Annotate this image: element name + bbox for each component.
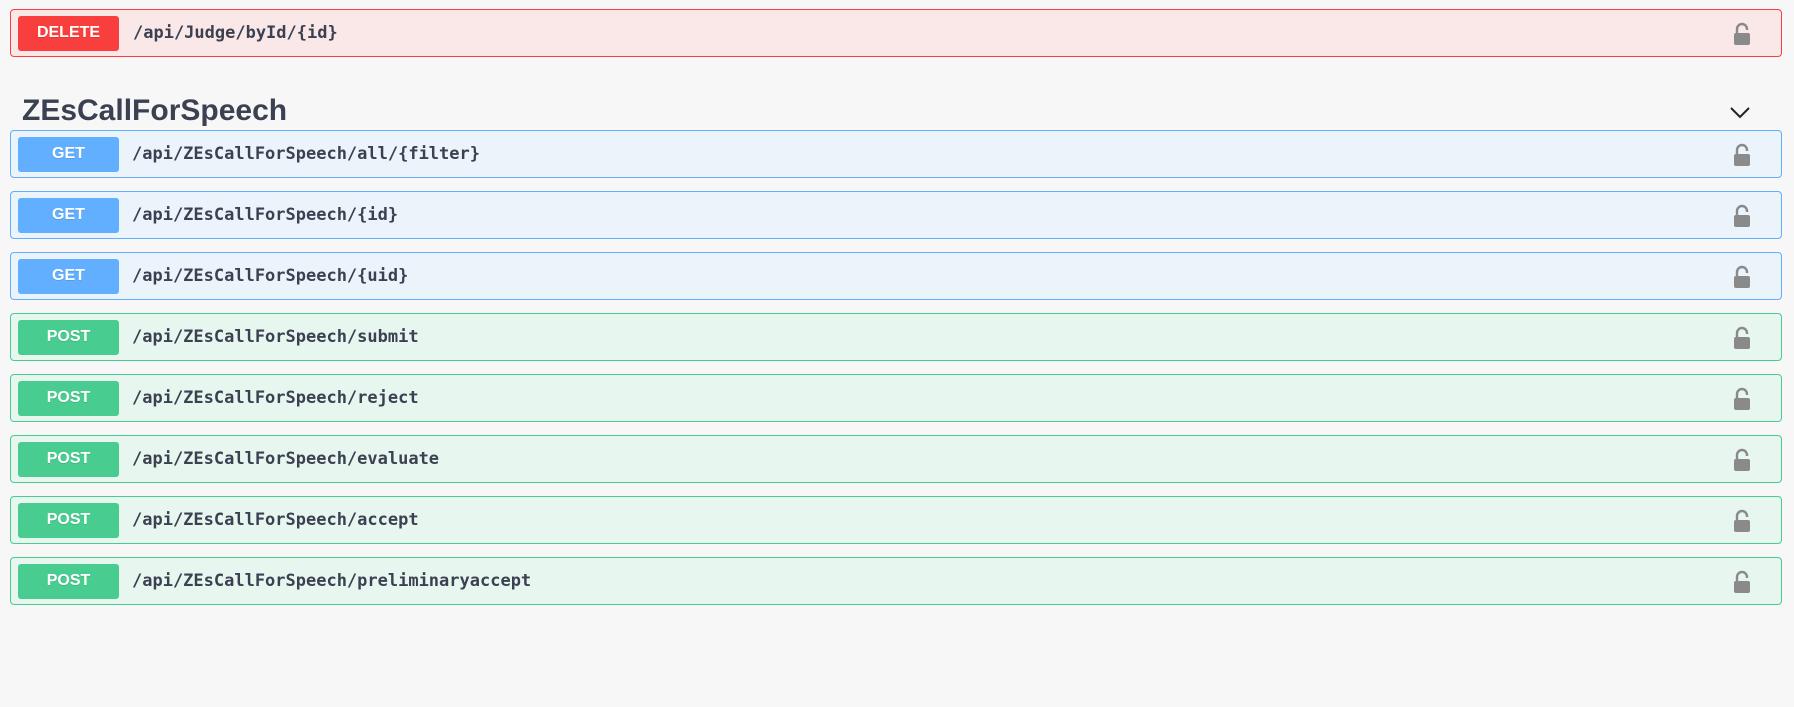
operation-path: /api/ZEsCallForSpeech/preliminaryaccept <box>132 571 532 591</box>
method-badge: POST <box>18 380 119 416</box>
operation-post-submit[interactable]: POST /api/ZEsCallForSpeech/submit <box>10 313 1782 361</box>
swagger-page: DELETE /api/Judge/byId/{id} ZEsCallForSp… <box>0 0 1794 707</box>
method-badge: GET <box>18 197 119 233</box>
operation-get-by-uid[interactable]: GET /api/ZEsCallForSpeech/{uid} <box>10 252 1782 300</box>
operation-path: /api/Judge/byId/{id} <box>133 23 338 43</box>
method-badge: DELETE <box>18 15 119 51</box>
operation-delete-judge-by-id[interactable]: DELETE /api/Judge/byId/{id} <box>10 9 1782 57</box>
operation-path: /api/ZEsCallForSpeech/{uid} <box>132 266 409 286</box>
lock-icon[interactable] <box>1732 265 1752 289</box>
method-badge: GET <box>18 136 119 172</box>
lock-icon[interactable] <box>1732 570 1752 594</box>
lock-icon[interactable] <box>1732 509 1752 533</box>
operation-get-by-id[interactable]: GET /api/ZEsCallForSpeech/{id} <box>10 191 1782 239</box>
method-badge: POST <box>18 502 119 538</box>
operation-post-preliminaryaccept[interactable]: POST /api/ZEsCallForSpeech/preliminaryac… <box>10 557 1782 605</box>
operation-path: /api/ZEsCallForSpeech/submit <box>132 327 419 347</box>
method-badge: POST <box>18 319 119 355</box>
operation-path: /api/ZEsCallForSpeech/all/{filter} <box>132 144 480 164</box>
operation-path: /api/ZEsCallForSpeech/accept <box>132 510 419 530</box>
lock-icon[interactable] <box>1732 448 1752 472</box>
operation-post-evaluate[interactable]: POST /api/ZEsCallForSpeech/evaluate <box>10 435 1782 483</box>
method-badge: POST <box>18 441 119 477</box>
lock-icon[interactable] <box>1732 204 1752 228</box>
operation-post-reject[interactable]: POST /api/ZEsCallForSpeech/reject <box>10 374 1782 422</box>
operation-path: /api/ZEsCallForSpeech/{id} <box>132 205 399 225</box>
lock-icon[interactable] <box>1732 387 1752 411</box>
method-badge: GET <box>18 258 119 294</box>
chevron-down-icon[interactable] <box>1728 100 1752 124</box>
lock-icon[interactable] <box>1732 326 1752 350</box>
operation-path: /api/ZEsCallForSpeech/reject <box>132 388 419 408</box>
operation-path: /api/ZEsCallForSpeech/evaluate <box>132 449 440 469</box>
method-badge: POST <box>18 563 119 599</box>
lock-icon[interactable] <box>1732 22 1752 46</box>
lock-icon[interactable] <box>1732 143 1752 167</box>
tag-title: ZEsCallForSpeech <box>22 93 288 127</box>
operation-get-all-filter[interactable]: GET /api/ZEsCallForSpeech/all/{filter} <box>10 130 1782 178</box>
operation-post-accept[interactable]: POST /api/ZEsCallForSpeech/accept <box>10 496 1782 544</box>
